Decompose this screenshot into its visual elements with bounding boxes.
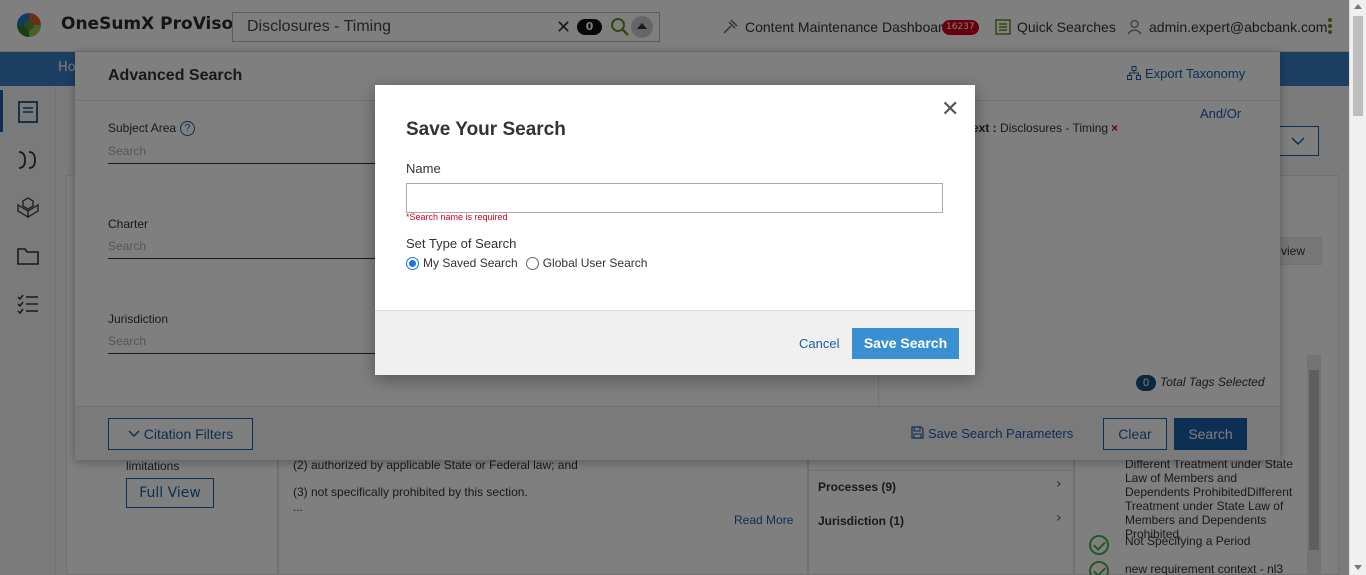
page-scrollbar-thumb[interactable]	[1353, 16, 1363, 116]
modal-footer: Cancel Save Search	[375, 310, 975, 375]
my-saved-search-label[interactable]: My Saved Search	[423, 256, 518, 270]
save-search-modal: Save Your Search ✕ Name *Search name is …	[375, 85, 975, 375]
my-saved-search-radio[interactable]	[406, 256, 419, 270]
page-scrollbar[interactable]	[1349, 0, 1366, 575]
search-type-label: Set Type of Search	[406, 236, 517, 251]
save-search-button[interactable]: Save Search	[852, 328, 959, 359]
close-icon[interactable]: ✕	[941, 97, 959, 122]
search-type-options: My Saved Search Global User Search	[406, 256, 647, 270]
scroll-up-icon[interactable]	[1354, 4, 1362, 9]
scroll-down-icon[interactable]	[1354, 565, 1362, 570]
global-user-search-radio[interactable]	[525, 256, 539, 270]
global-user-search-label[interactable]: Global User Search	[543, 256, 648, 270]
name-input[interactable]	[406, 183, 943, 213]
name-label: Name	[406, 161, 441, 176]
name-error-message: *Search name is required	[406, 212, 508, 222]
modal-title: Save Your Search	[406, 119, 566, 140]
cancel-button[interactable]: Cancel	[799, 336, 839, 351]
